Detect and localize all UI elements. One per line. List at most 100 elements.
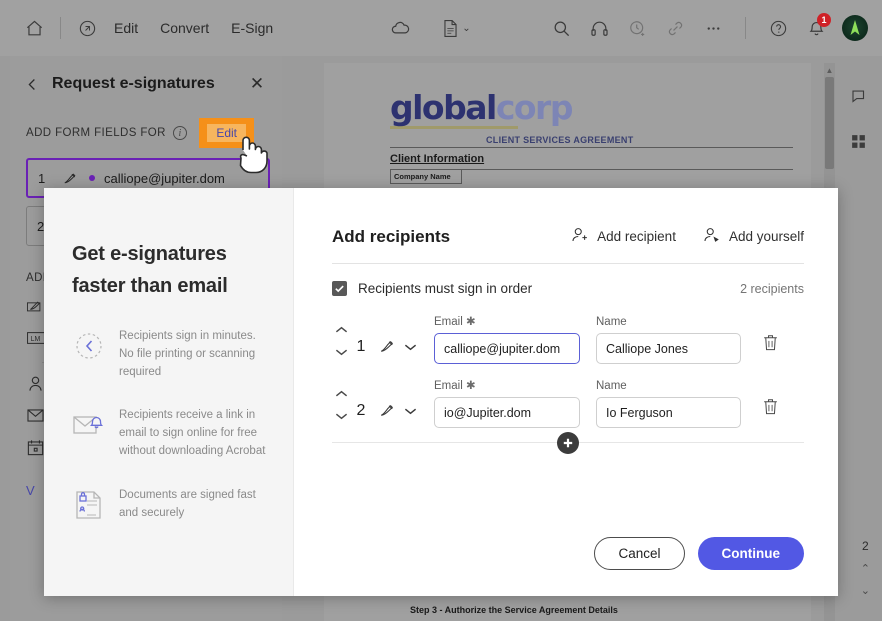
document-header-title: CLIENT SERVICES AGREEMENT: [486, 135, 634, 145]
name-input-1[interactable]: [596, 333, 741, 364]
add-yourself-button[interactable]: Add yourself: [702, 226, 804, 247]
add-recipient-button[interactable]: Add recipient: [570, 226, 676, 247]
email-label-text: Email: [434, 380, 463, 392]
email-label: Email ✱: [434, 378, 580, 392]
clock-icon: [72, 328, 106, 362]
delete-recipient-icon-2[interactable]: [761, 397, 780, 428]
reorder-stepper-2: [332, 390, 350, 428]
promo-text-3: Documents are signed fast and securely: [119, 488, 256, 519]
edit-button-highlight: Edit: [199, 118, 254, 148]
recipient-row: 1 Email ✱ Name: [332, 314, 804, 364]
add-form-fields-row: ADD FORM FIELDS FOR i Edit: [10, 116, 282, 150]
back-chevron-icon[interactable]: [18, 70, 46, 98]
cloud-icon[interactable]: [384, 12, 416, 44]
add-recipients-dialog: Get e-signatures faster than email Recip…: [44, 188, 838, 596]
signature-pen-icon: [62, 170, 79, 187]
promo-title: Get e-signatures faster than email: [72, 238, 269, 302]
dialog-header-actions: Add recipient Add yourself: [570, 226, 804, 247]
page-down-arrow-icon[interactable]: ⌄: [861, 584, 870, 597]
document-footer-note: Step 3 - Authorize the Service Agreement…: [410, 605, 618, 615]
envelope-bell-icon: [72, 407, 106, 439]
move-down-icon[interactable]: [335, 412, 348, 421]
required-asterisk: ✱: [465, 316, 476, 328]
scrollbar-thumb[interactable]: [825, 77, 834, 169]
svg-text:LM: LM: [31, 336, 41, 343]
cancel-button[interactable]: Cancel: [594, 537, 685, 570]
recipient-role-dropdown[interactable]: [404, 404, 417, 428]
recipient-email-field: Email ✱: [434, 378, 580, 428]
globalcorp-logo: globalcorp: [390, 91, 793, 124]
edit-recipients-button[interactable]: Edit: [207, 124, 246, 142]
panel-recipient-number: 1: [38, 170, 46, 186]
help-icon[interactable]: [762, 12, 794, 44]
recipient-role-dropdown[interactable]: [404, 340, 417, 364]
user-avatar[interactable]: [842, 15, 868, 41]
chevron-down-icon[interactable]: ⌄: [462, 23, 470, 34]
dialog-header: Add recipients Add recipient Add yoursel…: [332, 226, 804, 247]
menu-edit[interactable]: Edit: [103, 15, 149, 41]
toolbar-left-group: Edit Convert E-Sign: [0, 12, 284, 44]
search-icon[interactable]: [545, 12, 577, 44]
recipient-order-number: 1: [356, 338, 366, 355]
name-label: Name: [596, 316, 627, 328]
add-yourself-label: Add yourself: [728, 229, 804, 244]
add-recipient-plus-icon[interactable]: [557, 431, 579, 454]
scroll-up-arrow-icon[interactable]: ▲: [824, 65, 835, 76]
more-options-icon[interactable]: [697, 12, 729, 44]
top-toolbar: Edit Convert E-Sign ⌄ 1: [0, 0, 882, 56]
promo-item-3: Documents are signed fast and securely: [72, 487, 269, 523]
tools-icon[interactable]: [71, 12, 103, 44]
recipient-email-field: Email ✱: [434, 314, 580, 364]
menu-convert[interactable]: Convert: [149, 15, 220, 41]
name-input-2[interactable]: [596, 397, 741, 428]
headphones-icon[interactable]: [583, 12, 615, 44]
add-person-icon: [570, 226, 588, 247]
dialog-title: Add recipients: [332, 226, 451, 246]
dialog-promo-panel: Get e-signatures faster than email Recip…: [44, 188, 294, 596]
page-navigation: 2 ⌃ ⌄: [861, 539, 870, 597]
promo-text-1: Recipients sign in minutes. No file prin…: [119, 330, 256, 378]
email-label-text: Email: [434, 316, 463, 328]
comment-icon[interactable]: [844, 82, 874, 112]
delete-recipient-icon-1[interactable]: [761, 333, 780, 364]
name-label: Name: [596, 380, 627, 392]
document-content: globalcorp CLIENT SERVICES AGREEMENT Cli…: [390, 91, 793, 184]
continue-button[interactable]: Continue: [697, 537, 804, 570]
home-icon[interactable]: [18, 12, 50, 44]
sign-in-order-checkbox[interactable]: [332, 281, 347, 296]
email-input-2[interactable]: [434, 397, 580, 428]
notifications-button[interactable]: 1: [800, 12, 832, 44]
add-yourself-icon: [702, 226, 720, 247]
acrobat-window: Edit Convert E-Sign ⌄ 1 globalcorp CLIEN…: [0, 0, 882, 621]
toolbar-divider: [60, 17, 61, 39]
move-up-icon[interactable]: [335, 326, 348, 335]
dialog-footer: Cancel Continue: [594, 537, 804, 570]
stamp-icon[interactable]: [621, 12, 653, 44]
move-down-icon[interactable]: [335, 348, 348, 357]
promo-text-2: Recipients receive a link in email to si…: [119, 409, 266, 458]
recipient-role-pen-icon: [378, 401, 397, 428]
toolbar-right-group: 1: [545, 12, 882, 44]
promo-item-2: Recipients receive a link in email to si…: [72, 407, 269, 460]
recipient-name-field: Name: [596, 380, 741, 428]
move-up-icon[interactable]: [335, 390, 348, 399]
thumbnail-grid-icon[interactable]: [844, 126, 874, 156]
recipient-name-field: Name: [596, 316, 741, 364]
page-up-arrow-icon[interactable]: ⌃: [861, 562, 870, 575]
required-asterisk: ✱: [465, 380, 476, 392]
panel-recipient-email: calliope@jupiter.dom: [104, 170, 225, 186]
email-input-1[interactable]: [434, 333, 580, 364]
info-icon[interactable]: i: [172, 126, 187, 140]
sign-in-order-label: Recipients must sign in order: [358, 281, 533, 296]
logo-text-primary: global: [390, 88, 497, 127]
promo-title-line-2: faster than email: [72, 275, 228, 297]
toolbar-divider-right: [745, 17, 746, 39]
close-icon[interactable]: ✕: [244, 71, 270, 97]
add-form-fields-label: ADD FORM FIELDS FOR: [26, 127, 166, 139]
panel-title: Request e-signatures: [52, 75, 215, 92]
promo-title-line-1: Get e-signatures: [72, 243, 227, 265]
right-tool-rail: [835, 56, 882, 621]
lock-document-icon: [72, 487, 106, 521]
menu-esign[interactable]: E-Sign: [220, 15, 284, 41]
link-icon[interactable]: [659, 12, 691, 44]
